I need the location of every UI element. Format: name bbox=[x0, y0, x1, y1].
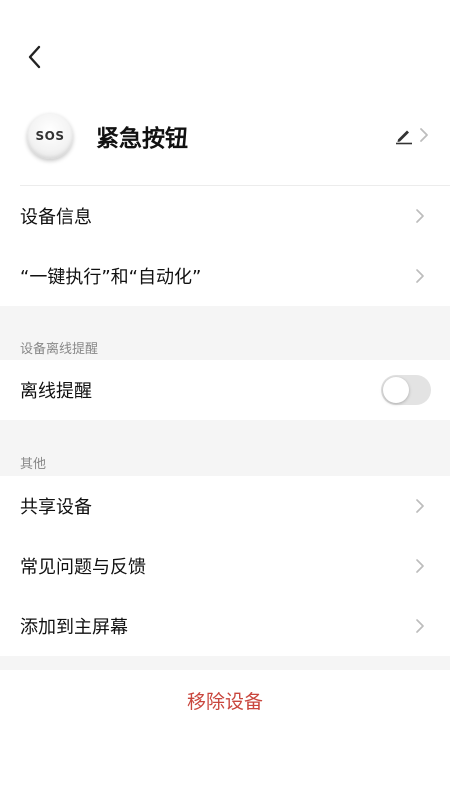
sos-avatar: SOS bbox=[27, 113, 73, 159]
toggle-knob bbox=[383, 377, 409, 403]
offline-reminder-toggle[interactable] bbox=[381, 375, 431, 405]
row-label: “一键执行”和“自动化” bbox=[20, 267, 202, 288]
section-title-offline: 设备离线提醒 bbox=[20, 342, 99, 357]
pencil-icon bbox=[396, 130, 412, 145]
row-label: 设备信息 bbox=[20, 207, 92, 228]
row-offline-reminder: 离线提醒 bbox=[0, 360, 450, 420]
row-label: 常见问题与反馈 bbox=[20, 557, 146, 578]
sos-avatar-text: SOS bbox=[35, 129, 65, 143]
chevron-right-icon[interactable] bbox=[414, 125, 434, 145]
section-gap-offline: 设备离线提醒 bbox=[0, 306, 450, 360]
back-button[interactable] bbox=[18, 40, 52, 74]
edit-name-button[interactable] bbox=[392, 123, 416, 147]
chevron-right-icon bbox=[416, 209, 424, 223]
section-title-other: 其他 bbox=[20, 457, 47, 472]
device-header: SOS 紧急按钮 bbox=[0, 103, 450, 185]
section-gap-bottom bbox=[0, 656, 450, 670]
row-label: 离线提醒 bbox=[20, 381, 92, 402]
chevron-right-icon bbox=[416, 559, 424, 573]
chevron-left-icon bbox=[28, 45, 41, 69]
row-share-device[interactable]: 共享设备 bbox=[0, 476, 450, 536]
section-gap-other: 其他 bbox=[0, 420, 450, 476]
chevron-right-icon bbox=[416, 499, 424, 513]
row-add-to-home[interactable]: 添加到主屏幕 bbox=[0, 596, 450, 656]
device-name: 紧急按钮 bbox=[96, 126, 188, 152]
chevron-right-icon bbox=[416, 619, 424, 633]
row-faq-feedback[interactable]: 常见问题与反馈 bbox=[0, 536, 450, 596]
chevron-right-icon bbox=[416, 269, 424, 283]
row-label: 共享设备 bbox=[20, 497, 92, 518]
row-device-info[interactable]: 设备信息 bbox=[0, 186, 450, 246]
row-scene-automation[interactable]: “一键执行”和“自动化” bbox=[0, 246, 450, 306]
remove-device-button[interactable]: 移除设备 bbox=[0, 670, 450, 730]
row-label: 添加到主屏幕 bbox=[20, 617, 128, 638]
